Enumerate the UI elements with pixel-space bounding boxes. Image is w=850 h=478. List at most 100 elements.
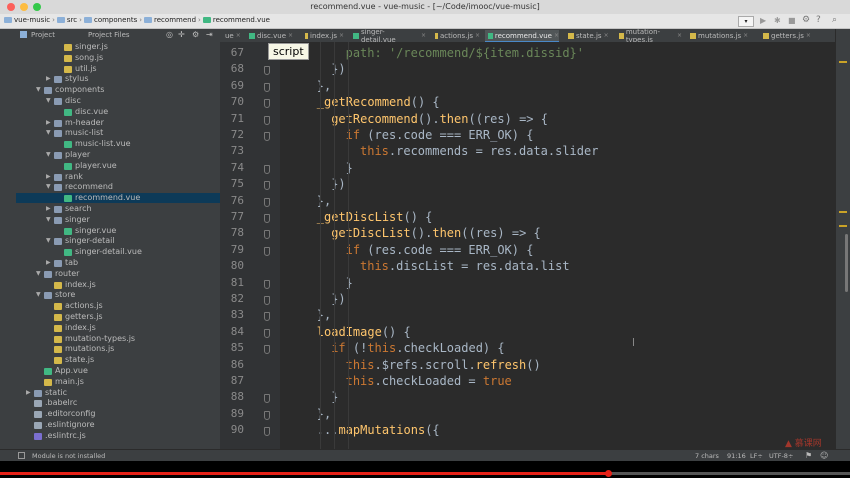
vcs-icon[interactable]: ⚑ — [805, 451, 812, 460]
status-line-separator[interactable]: LF÷ — [750, 452, 763, 460]
status-encoding[interactable]: UTF-8÷ — [769, 452, 793, 460]
tree-folder[interactable]: ▶ tab — [16, 258, 220, 268]
close-tab-icon[interactable]: × — [743, 32, 748, 39]
tree-file[interactable]: getters.js — [16, 312, 220, 322]
code-line[interactable]: if (res.code === ERR_OK) { — [288, 243, 534, 257]
tree-folder[interactable]: ▼ store — [16, 290, 220, 300]
code-line[interactable]: this.discList = res.data.list — [288, 259, 570, 273]
fold-marker-icon[interactable] — [264, 312, 270, 322]
tree-file[interactable]: singer.vue — [16, 226, 220, 236]
tree-file[interactable]: recommend.vue — [16, 193, 220, 204]
editor-tab[interactable]: mutations.js × — [687, 30, 754, 41]
tree-file[interactable]: main.js — [16, 377, 220, 387]
tree-file[interactable]: .eslintrc.js — [16, 431, 220, 441]
code-line[interactable]: ...mapMutations({ — [288, 423, 440, 437]
editor-tab[interactable]: disc.vue × — [246, 30, 296, 41]
fold-marker-icon[interactable] — [264, 296, 270, 305]
gear-icon[interactable]: ⚙ — [192, 30, 199, 39]
hide-icon[interactable]: ⇥ — [206, 30, 213, 39]
code-line[interactable]: getRecommend().then((res) => { — [288, 112, 548, 126]
fold-marker-icon[interactable] — [264, 115, 270, 125]
fold-marker-icon[interactable] — [264, 410, 270, 420]
fold-marker-icon[interactable] — [264, 82, 270, 92]
code-line[interactable]: if (res.code === ERR_OK) { — [288, 128, 534, 142]
tree-folder[interactable]: ▼ singer — [16, 215, 220, 225]
close-tab-icon[interactable]: × — [236, 32, 241, 39]
tree-folder[interactable]: ▼ player — [16, 150, 220, 160]
close-tab-icon[interactable]: × — [806, 32, 811, 39]
tree-folder[interactable]: ▼ singer-detail — [16, 236, 220, 246]
tab-project[interactable]: Project — [31, 31, 55, 39]
code-line[interactable]: _getDiscList() { — [288, 210, 433, 224]
tree-file[interactable]: mutations.js — [16, 344, 220, 354]
collapse-icon[interactable]: ✛ — [178, 30, 185, 39]
tree-folder[interactable]: ▼ music-list — [16, 128, 220, 138]
video-progress-played[interactable] — [0, 472, 608, 475]
fold-marker-icon[interactable] — [264, 197, 270, 207]
tree-file[interactable]: state.js — [16, 355, 220, 365]
tree-folder[interactable]: ▼ recommend — [16, 182, 220, 192]
tree-file[interactable]: singer.js — [16, 42, 220, 52]
breadcrumb-item[interactable]: recommend.vue — [213, 16, 270, 24]
editor-tab[interactable]: mutation-types.js × — [616, 28, 682, 44]
search-icon[interactable]: ⌕ — [832, 15, 837, 25]
close-tab-icon[interactable]: × — [288, 32, 293, 39]
tree-folder[interactable]: ▶ rank — [16, 172, 220, 182]
tree-file[interactable]: disc.vue — [16, 107, 220, 117]
chevron-down-icon[interactable]: ▼ — [46, 150, 51, 160]
tree-file[interactable]: player.vue — [16, 161, 220, 171]
settings-icon[interactable]: ⚙ — [802, 15, 810, 25]
fold-marker-icon[interactable] — [264, 345, 270, 355]
breadcrumb-item[interactable]: components — [94, 16, 137, 24]
close-tab-icon[interactable]: × — [421, 32, 426, 39]
tree-file[interactable]: music-list.vue — [16, 139, 220, 149]
fold-marker-icon[interactable] — [264, 181, 270, 191]
tree-file[interactable]: .babelrc — [16, 398, 220, 408]
video-progress-remaining[interactable] — [607, 472, 850, 475]
status-toggle-icon[interactable] — [18, 452, 25, 459]
fold-marker-icon[interactable] — [264, 246, 270, 256]
code-line[interactable]: loadImage() { — [288, 325, 411, 339]
editor-tab[interactable]: getters.js × — [760, 30, 820, 41]
fold-marker-icon[interactable] — [264, 328, 270, 338]
chevron-down-icon[interactable]: ▼ — [46, 182, 51, 192]
fold-marker-icon[interactable] — [264, 230, 270, 240]
tree-file[interactable]: singer-detail.vue — [16, 247, 220, 257]
debug-icon[interactable]: ✱ — [774, 16, 781, 25]
breadcrumb-item[interactable]: src — [67, 16, 77, 24]
stop-icon[interactable]: ■ — [788, 16, 796, 25]
tree-folder[interactable]: ▼ disc — [16, 96, 220, 106]
fold-marker-icon[interactable] — [264, 427, 270, 437]
fold-marker-icon[interactable] — [264, 279, 270, 289]
help-icon[interactable]: ? — [816, 15, 821, 25]
tree-file[interactable]: actions.js — [16, 301, 220, 311]
chevron-down-icon[interactable]: ▼ — [46, 236, 51, 246]
fold-marker-icon[interactable] — [264, 132, 270, 141]
close-tab-icon[interactable]: × — [475, 32, 480, 39]
fold-marker-icon[interactable] — [264, 99, 270, 109]
chevron-down-icon[interactable]: ▼ — [46, 215, 51, 225]
code-line[interactable]: }) — [288, 62, 345, 76]
chevron-right-icon[interactable]: ▶ — [46, 258, 51, 268]
tree-file[interactable]: song.js — [16, 53, 220, 63]
code-line[interactable]: path: '/recommend/${item.dissid}' — [288, 46, 584, 60]
tree-file[interactable]: util.js — [16, 64, 220, 74]
tree-file[interactable]: .editorconfig — [16, 409, 220, 419]
code-line[interactable]: getDiscList().then((res) => { — [288, 226, 541, 240]
chevron-right-icon[interactable]: ▶ — [46, 172, 51, 182]
editor-tab[interactable]: actions.js × — [432, 30, 480, 41]
tree-file[interactable]: .eslintignore — [16, 420, 220, 430]
status-position[interactable]: 91:16 — [727, 452, 746, 460]
code-line[interactable]: }, — [288, 79, 331, 93]
tree-folder[interactable]: ▶ static — [16, 388, 220, 398]
tree-file[interactable]: mutation-types.js — [16, 334, 220, 344]
run-config-dropdown[interactable]: ▾ — [738, 16, 754, 27]
code-line[interactable]: this.checkLoaded = true — [288, 374, 512, 388]
inspector-icon[interactable]: ☺ — [820, 451, 828, 460]
editor-tab[interactable]: index.js × — [302, 30, 344, 41]
video-scrubber-handle[interactable] — [604, 470, 612, 477]
close-tab-icon[interactable]: × — [604, 32, 609, 39]
code-line[interactable]: }, — [288, 407, 331, 421]
editor-tab[interactable]: state.js × — [565, 30, 610, 41]
chevron-right-icon[interactable]: ▶ — [46, 74, 51, 84]
